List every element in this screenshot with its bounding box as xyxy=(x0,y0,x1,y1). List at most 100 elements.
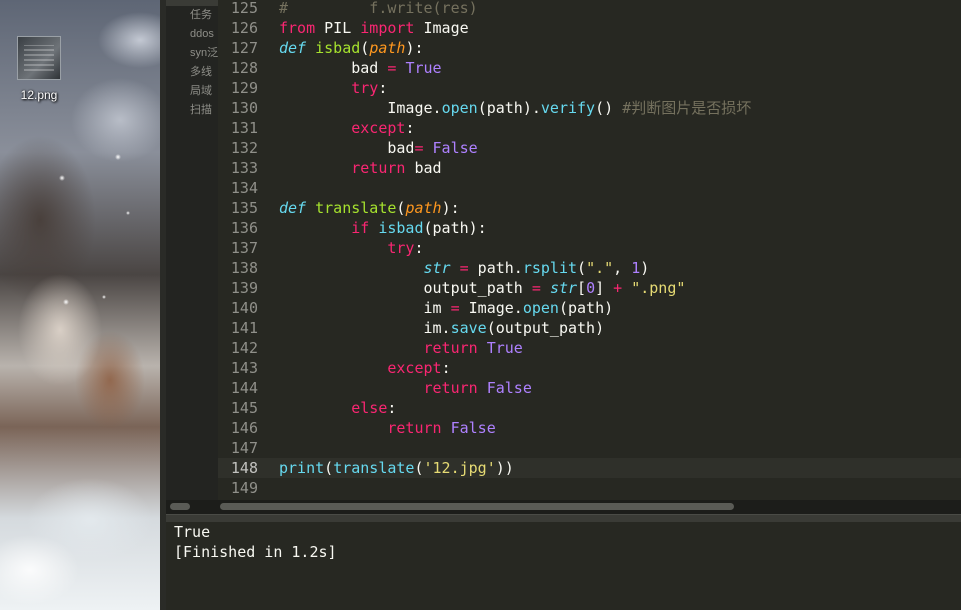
code-line[interactable]: 139 output_path = str[0] + ".png" xyxy=(218,278,961,298)
code-token: import xyxy=(360,19,415,37)
sidebar-item[interactable]: 任务 xyxy=(166,6,218,25)
code-token: bad xyxy=(279,139,415,157)
code-text: print(translate('12.jpg')) xyxy=(279,458,514,478)
sidebar-item[interactable]: syn泛 xyxy=(166,44,218,63)
code-line[interactable]: 130 Image.open(path).verify() #判断图片是否损坏 xyxy=(218,98,961,118)
code-token: : xyxy=(378,79,388,97)
code-token: str xyxy=(549,279,578,297)
code-token: : xyxy=(441,359,451,377)
code-text: else: xyxy=(279,398,396,418)
code-token: (path): xyxy=(423,219,487,237)
code-token: ] xyxy=(595,279,614,297)
code-editor[interactable]: 125 # f.write(res) 126 from PIL import Imag… xyxy=(218,0,961,500)
code-token: () xyxy=(595,99,623,117)
line-number: 146 xyxy=(230,419,258,437)
code-text: # f.write(res) xyxy=(279,0,478,18)
sidebar-item[interactable]: ddos xyxy=(166,25,218,44)
code-line[interactable]: 143 except: xyxy=(218,358,961,378)
line-number: 135 xyxy=(230,199,258,217)
code-line[interactable]: 148 print(translate('12.jpg')) xyxy=(218,458,961,478)
code-token: False xyxy=(450,419,496,437)
code-line[interactable]: 132 bad= False xyxy=(218,138,961,158)
code-token: , xyxy=(613,259,632,277)
code-line[interactable]: 137 try: xyxy=(218,238,961,258)
code-line[interactable]: 126 from PIL import Image xyxy=(218,18,961,38)
desktop-file-12-png[interactable]: 12.png xyxy=(8,36,70,108)
code-token: 0 xyxy=(586,279,596,297)
code-token: ( xyxy=(414,459,424,477)
code-line[interactable]: 134 xyxy=(218,178,961,198)
code-line[interactable]: 142 return True xyxy=(218,338,961,358)
code-token: ( xyxy=(577,259,587,277)
line-number: 127 xyxy=(230,39,258,57)
code-text: try: xyxy=(279,78,387,98)
code-token: return xyxy=(423,339,478,357)
code-text: bad= False xyxy=(279,138,477,158)
horizontal-scrollbar[interactable] xyxy=(166,500,961,514)
code-token: else xyxy=(351,399,388,417)
code-line[interactable]: 147 xyxy=(218,438,961,458)
code-token: def xyxy=(279,39,307,57)
desktop-wallpaper: 12.png xyxy=(0,0,163,610)
line-number: 140 xyxy=(230,299,258,317)
code-token: output_path xyxy=(279,279,532,297)
code-line[interactable]: 145 else: xyxy=(218,398,961,418)
image-file-icon xyxy=(17,36,61,80)
code-token: path. xyxy=(468,259,523,277)
code-token: verify xyxy=(540,99,596,117)
output-panel-divider[interactable] xyxy=(166,514,961,522)
code-token: except xyxy=(387,359,442,377)
sidebar-item[interactable]: 多线 xyxy=(166,63,218,82)
code-line[interactable]: 127 def isbad(path): xyxy=(218,38,961,58)
code-text: output_path = str[0] + ".png" xyxy=(279,278,685,298)
code-text: def isbad(path): xyxy=(279,38,424,58)
code-token: : xyxy=(387,399,397,417)
code-line[interactable]: 144 return False xyxy=(218,378,961,398)
code-line[interactable]: 149 xyxy=(218,478,961,498)
code-line[interactable]: 125 # f.write(res) xyxy=(218,0,961,18)
line-number: 136 xyxy=(230,219,258,237)
code-token: True xyxy=(486,339,523,357)
scrollbar-left-thumb[interactable] xyxy=(170,503,190,510)
line-number: 138 xyxy=(230,259,258,277)
code-line[interactable]: 138 str = path.rsplit(".", 1) xyxy=(218,258,961,278)
code-line[interactable]: 133 return bad xyxy=(218,158,961,178)
code-token: : xyxy=(405,119,415,137)
code-token: ): xyxy=(441,199,460,217)
code-token: = xyxy=(450,299,460,317)
code-line[interactable]: 136 if isbad(path): xyxy=(218,218,961,238)
code-token: isbad xyxy=(378,219,424,237)
code-line[interactable]: 135 def translate(path): xyxy=(218,198,961,218)
line-number: 133 xyxy=(230,159,258,177)
output-line: True xyxy=(174,523,211,541)
line-number: 137 xyxy=(230,239,258,257)
code-token: # f.write(res) xyxy=(279,0,478,17)
sidebar: 任务 ddos syn泛 多线 局域 扫描 xyxy=(166,0,218,500)
code-line[interactable]: 140 im = Image.open(path) xyxy=(218,298,961,318)
code-text: except: xyxy=(279,118,414,138)
code-token: ( xyxy=(360,39,370,57)
code-token: ".png" xyxy=(631,279,686,297)
sidebar-item[interactable]: 扫描 xyxy=(166,101,218,120)
code-line[interactable]: 141 im.save(output_path) xyxy=(218,318,961,338)
output-line: [Finished in 1.2s] xyxy=(174,543,337,561)
code-token: Image. xyxy=(459,299,523,317)
code-token: try xyxy=(387,239,415,257)
sidebar-item[interactable]: 局域 xyxy=(166,82,218,101)
code-token: im. xyxy=(279,319,451,337)
code-text: def translate(path): xyxy=(279,198,460,218)
line-number: 149 xyxy=(230,479,258,497)
scrollbar-thumb[interactable] xyxy=(220,503,734,510)
code-line[interactable]: 129 try: xyxy=(218,78,961,98)
code-token: open xyxy=(441,99,478,117)
code-line[interactable]: 146 return False xyxy=(218,418,961,438)
code-text: except: xyxy=(279,358,451,378)
code-line[interactable]: 128 bad = True xyxy=(218,58,961,78)
code-text: return bad xyxy=(279,158,441,178)
code-line[interactable]: 131 except: xyxy=(218,118,961,138)
